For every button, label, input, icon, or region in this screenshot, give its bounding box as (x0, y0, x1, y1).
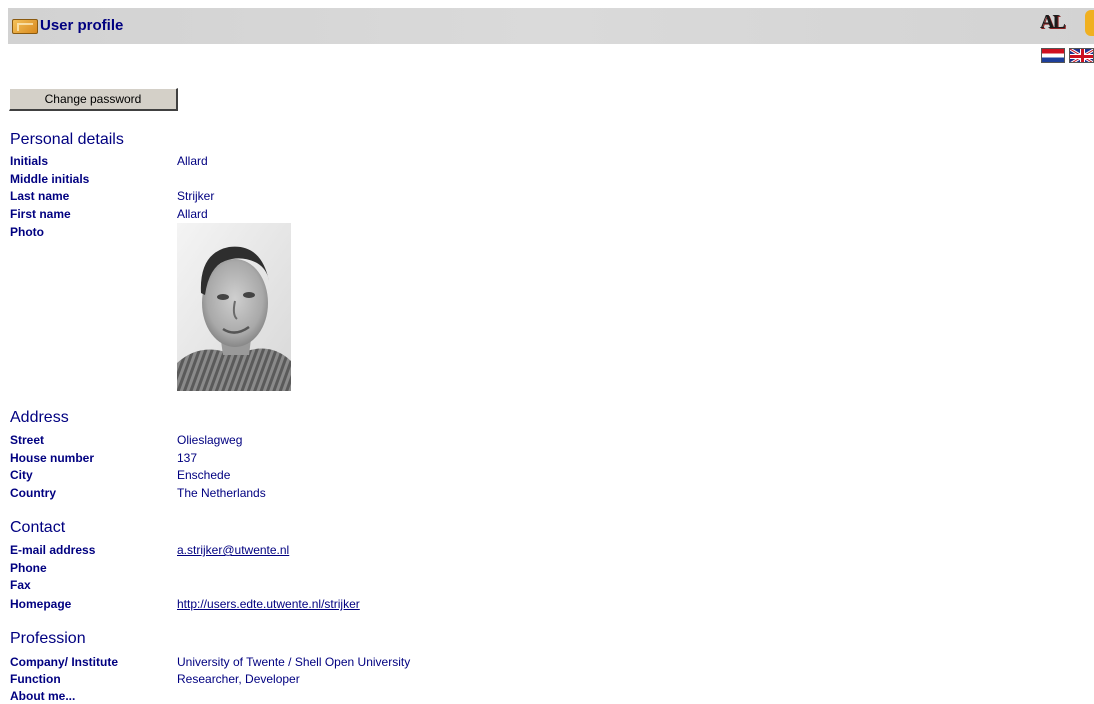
house-number-value: 137 (177, 451, 198, 465)
initials-label: Initials (10, 154, 49, 168)
phone-label: Phone (10, 561, 47, 575)
last-name-label: Last name (10, 189, 70, 203)
middle-initials-label: Middle initials (10, 172, 90, 186)
function-value: Researcher, Developer (177, 672, 300, 686)
flag-nl-icon[interactable] (1041, 48, 1065, 63)
last-name-value: Strijker (177, 189, 215, 203)
homepage-label: Homepage (10, 597, 72, 611)
email-value: a.strijker@utwente.nl (177, 543, 289, 557)
about-me-label: About me... (10, 689, 76, 703)
homepage-link[interactable]: http://users.edte.utwente.nl/strijker (177, 597, 360, 611)
change-password-button[interactable]: Change password (9, 88, 178, 111)
section-address: Address (10, 409, 69, 426)
folder-picture-icon (12, 19, 38, 34)
city-label: City (10, 468, 33, 482)
country-value: The Netherlands (177, 486, 266, 500)
page-header: User profile (8, 8, 1094, 44)
street-label: Street (10, 433, 45, 447)
country-label: Country (10, 486, 56, 500)
house-number-label: House number (10, 451, 95, 465)
al-logo-icon[interactable]: AL (1040, 10, 1094, 36)
email-link[interactable]: a.strijker@utwente.nl (177, 543, 289, 557)
section-profession: Profession (10, 630, 86, 647)
fax-label: Fax (10, 578, 31, 592)
initials-value: Allard (177, 154, 208, 168)
company-label: Company/ Institute (10, 655, 119, 669)
photo-label: Photo (10, 225, 44, 239)
company-value: University of Twente / Shell Open Univer… (177, 655, 411, 669)
section-contact: Contact (10, 519, 66, 536)
street-value: Olieslagweg (177, 433, 243, 447)
logo-mark (1085, 10, 1094, 36)
email-label: E-mail address (10, 543, 96, 557)
city-value: Enschede (177, 468, 231, 482)
logo-text: AL (1040, 11, 1066, 33)
section-personal-details: Personal details (10, 131, 124, 148)
profile-photo (177, 223, 291, 391)
function-label: Function (10, 672, 61, 686)
page-title: User profile (40, 17, 124, 34)
first-name-value: Allard (177, 207, 208, 221)
first-name-label: First name (10, 207, 71, 221)
homepage-value: http://users.edte.utwente.nl/strijker (177, 597, 360, 611)
flag-uk-icon[interactable] (1069, 48, 1094, 63)
